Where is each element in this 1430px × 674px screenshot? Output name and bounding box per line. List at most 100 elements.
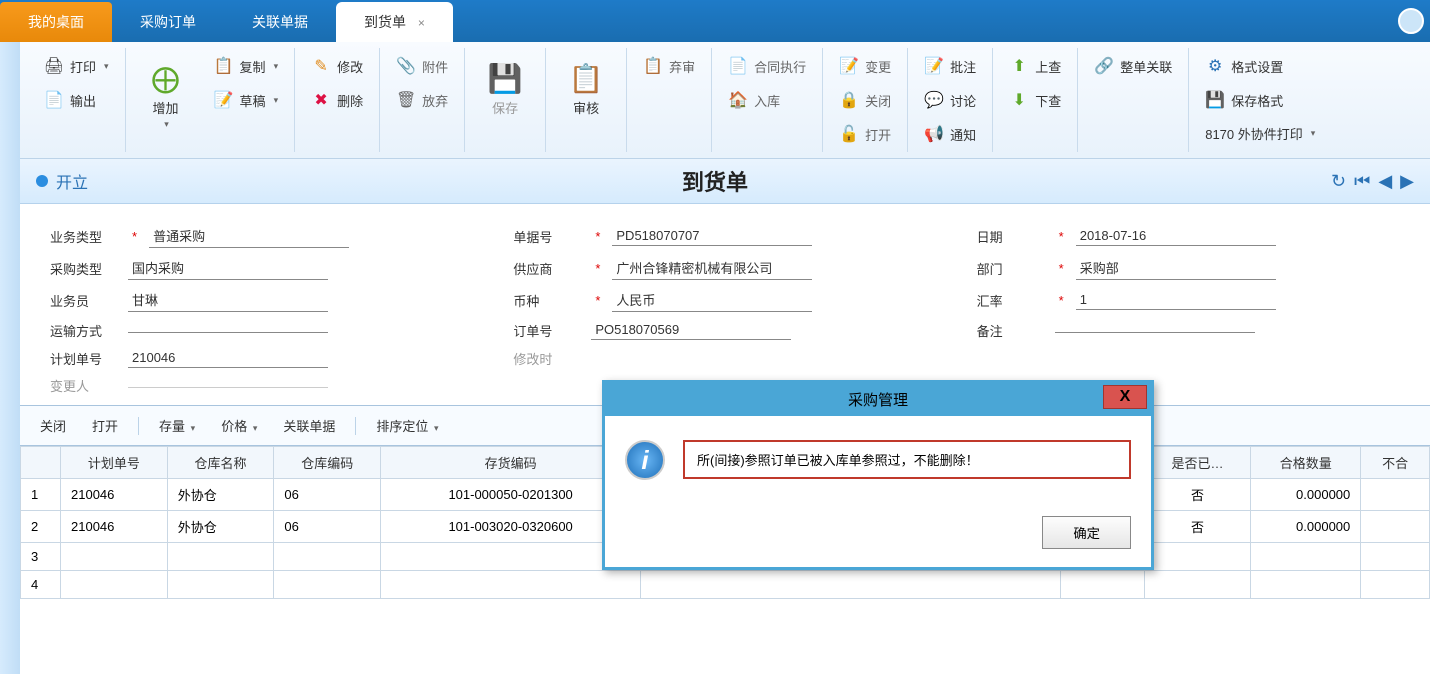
- supplier-label: 供应商: [513, 259, 583, 278]
- remark-value[interactable]: [1055, 328, 1255, 333]
- grid-close-button[interactable]: 关闭: [34, 414, 72, 437]
- col-whname[interactable]: 仓库名称: [167, 447, 274, 479]
- open-doc-button[interactable]: 🔓打开: [833, 120, 897, 148]
- col-bad[interactable]: 不合: [1361, 447, 1430, 479]
- changer-value[interactable]: [128, 383, 328, 388]
- copy-button[interactable]: 📋复制▾: [208, 52, 285, 80]
- printer-icon: 🖨: [44, 56, 64, 76]
- alert-dialog: 采购管理 X i 所(间接)参照订单已被入库单参照过，不能删除！ 确定: [602, 380, 1154, 570]
- status-dot-icon: [36, 175, 48, 187]
- salesman-label: 业务员: [50, 291, 120, 310]
- save-button[interactable]: 💾 保存: [475, 52, 535, 125]
- instock-button[interactable]: 🏠入库: [722, 86, 812, 114]
- refresh-icon[interactable]: ↻: [1331, 171, 1346, 192]
- delete-button[interactable]: ✖删除: [305, 86, 369, 114]
- attach-button[interactable]: 📎附件: [390, 52, 454, 80]
- main-toolbar: 🖨打印▾ 📄输出 ⨁ 增加▾ 📋复制▾ 📝草稿▾ ✎修改 ✖删除 📎附件 🗑放弃…: [20, 42, 1430, 159]
- megaphone-icon: 📢: [924, 124, 944, 144]
- dept-value[interactable]: 采购部: [1076, 256, 1276, 280]
- grid-open-button[interactable]: 打开: [86, 414, 124, 437]
- docno-value[interactable]: PD518070707: [612, 226, 812, 246]
- purtype-value[interactable]: 国内采购: [128, 256, 328, 280]
- biztype-value[interactable]: 普通采购: [149, 224, 349, 248]
- close-doc-button[interactable]: 🔒关闭: [833, 86, 897, 114]
- col-whcode[interactable]: 仓库编码: [274, 447, 381, 479]
- notify-button[interactable]: 📢通知: [918, 120, 982, 148]
- currency-label: 币种: [513, 291, 583, 310]
- export-button[interactable]: 📄输出: [38, 86, 115, 114]
- user-avatar[interactable]: [1398, 8, 1424, 34]
- format-set-button[interactable]: ⚙格式设置: [1199, 52, 1321, 80]
- contract-exec-button[interactable]: 📄合同执行: [722, 52, 812, 80]
- lookup-down-button[interactable]: ⬇下查: [1003, 86, 1067, 114]
- approve-button[interactable]: 📝批注: [918, 52, 982, 80]
- grid-stock-button[interactable]: 存量 ▾: [153, 414, 201, 437]
- left-strip: [0, 42, 20, 674]
- next-record-icon[interactable]: ▶: [1400, 171, 1414, 192]
- status-text: 开立: [56, 169, 88, 193]
- save-format-button[interactable]: 💾保存格式: [1199, 86, 1321, 114]
- add-button[interactable]: ⨁ 增加▾: [136, 52, 196, 138]
- modify-button[interactable]: ✎修改: [305, 52, 369, 80]
- orderno-label: 订单号: [513, 321, 583, 340]
- grid-price-button[interactable]: 价格 ▾: [215, 414, 263, 437]
- abandon-icon: 📋: [643, 56, 663, 76]
- col-checked[interactable]: 是否已…: [1144, 447, 1251, 479]
- planno-label: 计划单号: [50, 349, 120, 368]
- transport-value[interactable]: [128, 328, 328, 333]
- link-icon: 🔗: [1094, 56, 1114, 76]
- modtime-label: 修改时: [513, 349, 583, 368]
- page-title: 到货单: [682, 165, 748, 197]
- tab-desktop[interactable]: 我的桌面: [0, 2, 112, 42]
- table-row[interactable]: 4: [21, 571, 1430, 599]
- clipboard-icon: 📋: [568, 60, 604, 96]
- prev-record-icon[interactable]: ◀: [1378, 171, 1392, 192]
- save-format-icon: 💾: [1205, 90, 1225, 110]
- col-okqty[interactable]: 合格数量: [1251, 447, 1361, 479]
- dialog-ok-button[interactable]: 确定: [1042, 516, 1131, 549]
- save-icon: 💾: [487, 60, 523, 96]
- close-icon[interactable]: ×: [418, 16, 425, 30]
- status-bar: 开立 到货单 ↻ ⏮ ◀ ▶: [20, 159, 1430, 204]
- chat-icon: 💬: [924, 90, 944, 110]
- audit-button[interactable]: 📋 审核: [556, 52, 616, 125]
- rate-value[interactable]: 1: [1076, 290, 1276, 310]
- tab-arrival[interactable]: 到货单 ×: [336, 2, 453, 42]
- dialog-message: 所(间接)参照订单已被入库单参照过，不能删除！: [683, 440, 1131, 479]
- delete-icon: ✖: [311, 90, 331, 110]
- salesman-value[interactable]: 甘琳: [128, 288, 328, 312]
- print-button[interactable]: 🖨打印▾: [38, 52, 115, 80]
- dialog-title-bar[interactable]: 采购管理 X: [605, 383, 1151, 416]
- tab-arrival-label: 到货单: [364, 14, 406, 30]
- changer-label: 变更人: [50, 376, 120, 395]
- draft-icon: 📝: [214, 90, 234, 110]
- change-button[interactable]: 📝变更: [833, 52, 897, 80]
- col-planno[interactable]: 计划单号: [61, 447, 168, 479]
- rate-label: 汇率: [977, 291, 1047, 310]
- paperclip-icon: 📎: [396, 56, 416, 76]
- discard-icon: 🗑: [396, 90, 416, 110]
- dialog-close-button[interactable]: X: [1103, 385, 1147, 409]
- planno-value[interactable]: 210046: [128, 348, 328, 368]
- print-template-select[interactable]: 8170 外协件打印▾: [1199, 120, 1321, 147]
- tab-related-docs[interactable]: 关联单据: [224, 2, 336, 42]
- supplier-value[interactable]: 广州合锋精密机械有限公司: [612, 256, 812, 280]
- grid-sortpos-button[interactable]: 排序定位 ▾: [370, 414, 444, 437]
- date-value[interactable]: 2018-07-16: [1076, 226, 1276, 246]
- whole-link-button[interactable]: 🔗整单关联: [1088, 52, 1178, 80]
- lookup-up-button[interactable]: ⬆上查: [1003, 52, 1067, 80]
- grid-related-button[interactable]: 关联单据: [277, 414, 341, 437]
- copy-icon: 📋: [214, 56, 234, 76]
- add-icon: ⨁: [148, 60, 184, 96]
- note-icon: 📝: [924, 56, 944, 76]
- discard-button[interactable]: 🗑放弃: [390, 86, 454, 114]
- draft-button[interactable]: 📝草稿▾: [208, 86, 285, 114]
- discuss-button[interactable]: 💬讨论: [918, 86, 982, 114]
- dept-label: 部门: [977, 259, 1047, 278]
- first-record-icon[interactable]: ⏮: [1354, 171, 1370, 192]
- tab-purchase-order[interactable]: 采购订单: [112, 2, 224, 42]
- orderno-value[interactable]: PO518070569: [591, 320, 791, 340]
- currency-value[interactable]: 人民币: [612, 288, 812, 312]
- abandon-audit-button[interactable]: 📋弃审: [637, 52, 701, 80]
- export-icon: 📄: [44, 90, 64, 110]
